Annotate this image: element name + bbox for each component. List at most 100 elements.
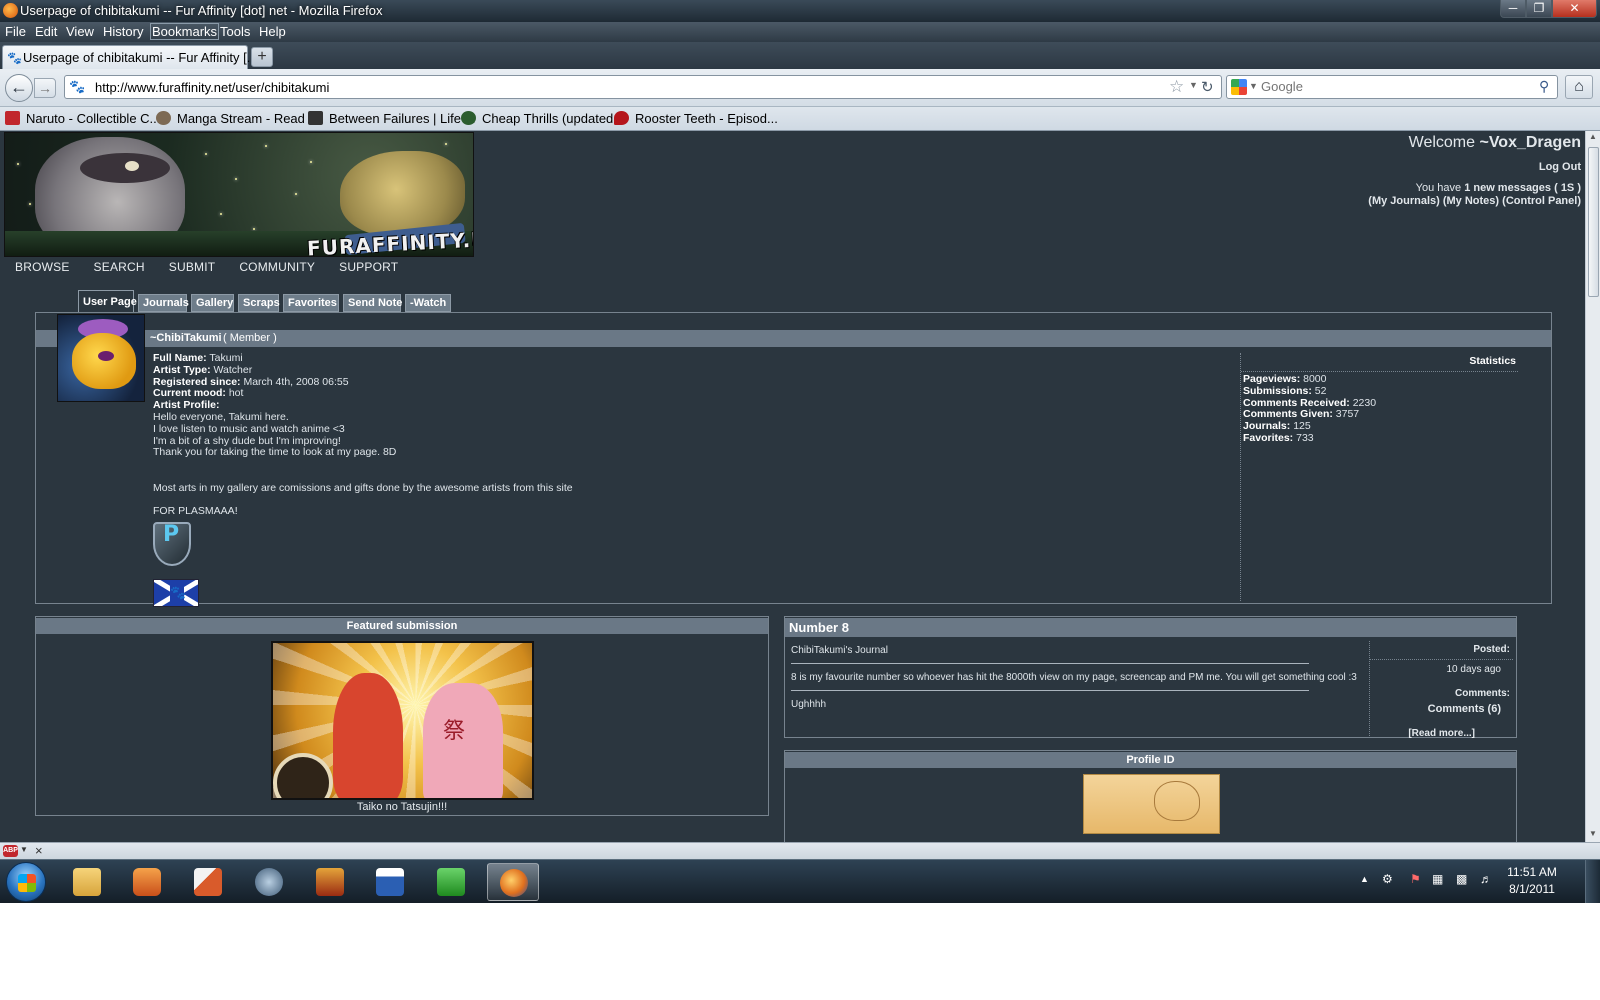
start-button[interactable]	[6, 862, 46, 902]
profile-id-image[interactable]	[1083, 774, 1220, 834]
wireless-signal-icon[interactable]: ▩	[1456, 872, 1467, 886]
menu-file[interactable]: File	[5, 24, 26, 39]
featured-kanji: 祭	[443, 719, 466, 744]
journal-title[interactable]: Number 8	[785, 618, 1516, 637]
posted-value: 10 days ago	[1446, 664, 1502, 675]
minimize-button[interactable]: ─	[1500, 0, 1526, 18]
bio-line: Thank you for taking the time to look at…	[153, 446, 397, 459]
url-bar[interactable]: 🐾 http://www.furaffinity.net/user/chibit…	[64, 75, 1222, 99]
scrollbar-thumb[interactable]	[1588, 147, 1599, 297]
desktop-screen: Userpage of chibitakumi -- Fur Affinity …	[0, 0, 1600, 903]
action-center-flag-icon[interactable]: ⚑	[1410, 872, 1421, 886]
bookmark-rooster-teeth[interactable]: Rooster Teeth - Episod...	[614, 111, 778, 126]
avatar[interactable]	[57, 314, 145, 402]
tab-active[interactable]: 🐾 Userpage of chibitakumi -- Fur Affinit…	[2, 45, 258, 69]
taskbar-media-center[interactable]	[425, 863, 477, 901]
taskbar-starcraft[interactable]	[243, 863, 295, 901]
home-button[interactable]: ⌂	[1565, 75, 1593, 99]
addon-bar: ABP ▼ ×	[0, 842, 1600, 859]
search-input[interactable]	[1261, 79, 1521, 94]
taskbar-explorer[interactable]	[61, 863, 113, 901]
bookmark-favicon-icon	[5, 111, 20, 125]
menu-view[interactable]: View	[66, 24, 94, 39]
close-button[interactable]: ✕	[1552, 0, 1597, 18]
bookmark-star-icon[interactable]: ☆	[1169, 77, 1184, 97]
tab-favorites[interactable]: Favorites	[283, 294, 339, 312]
menu-help[interactable]: Help	[259, 24, 286, 39]
paint-icon	[194, 868, 222, 896]
profile-info: Full Name: Takumi Artist Type: Watcher R…	[153, 352, 1233, 608]
profile-header: ~ChibiTakumi ( Member )	[36, 330, 1551, 347]
taskbar-firefox[interactable]	[487, 863, 539, 901]
scroll-up-icon[interactable]: ▲	[1589, 132, 1597, 141]
scroll-down-icon[interactable]: ▼	[1589, 829, 1597, 838]
adblock-dropdown-icon[interactable]: ▼	[20, 845, 28, 854]
back-button[interactable]: ←	[5, 74, 33, 102]
nav-support[interactable]: SUPPORT	[339, 260, 398, 274]
site-banner[interactable]: FURAFFINITY.NET	[4, 132, 474, 257]
page-scrollbar[interactable]: ▲ ▼	[1585, 131, 1600, 842]
show-desktop-button[interactable]	[1585, 860, 1600, 903]
logged-in-username[interactable]: ~Vox_Dragen	[1479, 134, 1581, 151]
search-engine-dropdown-icon[interactable]: ▼	[1249, 81, 1258, 91]
menu-history[interactable]: History	[103, 24, 143, 39]
taskbar-paint[interactable]	[182, 863, 234, 901]
control-panel-link[interactable]: (Control Panel)	[1502, 195, 1581, 207]
featured-submission-box: Featured submission 祭 Taiko no Tatsujin!…	[35, 616, 769, 816]
bookmark-naruto[interactable]: Naruto - Collectible C...	[5, 111, 160, 126]
folder-icon	[73, 868, 101, 896]
network-adapter-icon[interactable]: ⚙	[1382, 872, 1393, 886]
new-messages-link[interactable]: 1 new messages	[1464, 182, 1551, 194]
window-title-bar: Userpage of chibitakumi -- Fur Affinity …	[0, 0, 1600, 22]
nav-submit[interactable]: SUBMIT	[169, 260, 216, 274]
tab-scraps[interactable]: Scraps	[238, 294, 280, 312]
tab-watch[interactable]: -Watch	[405, 294, 451, 312]
search-icon[interactable]: ⚲	[1539, 78, 1549, 95]
device-icon[interactable]: ▦	[1432, 872, 1443, 886]
menu-edit[interactable]: Edit	[35, 24, 57, 39]
adblock-icon[interactable]: ABP	[3, 845, 18, 857]
profile-username[interactable]: ~ChibiTakumi	[150, 332, 222, 344]
tab-user-page[interactable]: User Page	[78, 290, 137, 312]
close-icon[interactable]: ×	[35, 843, 43, 858]
system-clock[interactable]: 11:51 AM 8/1/2011	[1498, 864, 1566, 898]
my-journals-link[interactable]: (My Journals)	[1368, 195, 1440, 207]
bookmark-between-failures[interactable]: Between Failures | Life ...	[308, 111, 475, 126]
bookmark-cheap-thrills[interactable]: Cheap Thrills (updated...	[461, 111, 624, 126]
tab-send-note[interactable]: Send Note	[343, 294, 402, 312]
show-hidden-icons-icon[interactable]: ▲	[1360, 874, 1369, 884]
maximize-button[interactable]: ❐	[1526, 0, 1552, 18]
reload-icon[interactable]: ↻	[1201, 78, 1214, 96]
featured-caption[interactable]: Taiko no Tatsujin!!!	[36, 801, 768, 813]
bookmark-manga-stream[interactable]: Manga Stream - Read ...	[156, 111, 319, 126]
featured-image[interactable]: 祭	[271, 641, 534, 800]
forward-button[interactable]: →	[34, 78, 56, 98]
messages-code[interactable]: ( 1S )	[1554, 182, 1581, 194]
taskbar-game[interactable]	[304, 863, 356, 901]
google-icon[interactable]	[1231, 79, 1247, 95]
profile-id-box: Profile ID	[784, 750, 1517, 842]
window-title: Userpage of chibitakumi -- Fur Affinity …	[20, 3, 383, 18]
tab-gallery[interactable]: Gallery	[191, 294, 234, 312]
bookmarks-toolbar: Naruto - Collectible C... Manga Stream -…	[0, 107, 1600, 131]
tab-strip: 🐾 Userpage of chibitakumi -- Fur Affinit…	[0, 42, 1600, 69]
taskbar-media-player[interactable]	[121, 863, 173, 901]
menu-bookmarks[interactable]: Bookmarks	[149, 23, 220, 40]
tab-journals[interactable]: Journals	[138, 294, 189, 312]
volume-icon[interactable]: ♬	[1480, 872, 1492, 886]
url-dropdown-icon[interactable]: ▼	[1189, 80, 1198, 90]
bio-line: Most arts in my gallery are comissions a…	[153, 481, 573, 494]
comments-link[interactable]: Comments (6)	[1370, 703, 1513, 715]
profile-field-mood: Current mood: hot	[153, 387, 244, 400]
windows-logo-icon	[18, 874, 36, 892]
nav-community[interactable]: COMMUNITY	[239, 260, 315, 274]
menu-tools[interactable]: Tools	[220, 24, 250, 39]
nav-browse[interactable]: BROWSE	[15, 260, 70, 274]
read-more-link[interactable]: [Read more...]	[1370, 728, 1513, 739]
nav-search[interactable]: SEARCH	[94, 260, 145, 274]
new-tab-button[interactable]: +	[251, 47, 273, 67]
my-notes-link[interactable]: (My Notes)	[1443, 195, 1499, 207]
taskbar-word[interactable]	[364, 863, 416, 901]
logout-link[interactable]: Log Out	[1368, 161, 1581, 173]
taskbar: ▲ ⚙ ⚑ ▦ ▩ ♬ 11:51 AM 8/1/2011	[0, 859, 1600, 903]
